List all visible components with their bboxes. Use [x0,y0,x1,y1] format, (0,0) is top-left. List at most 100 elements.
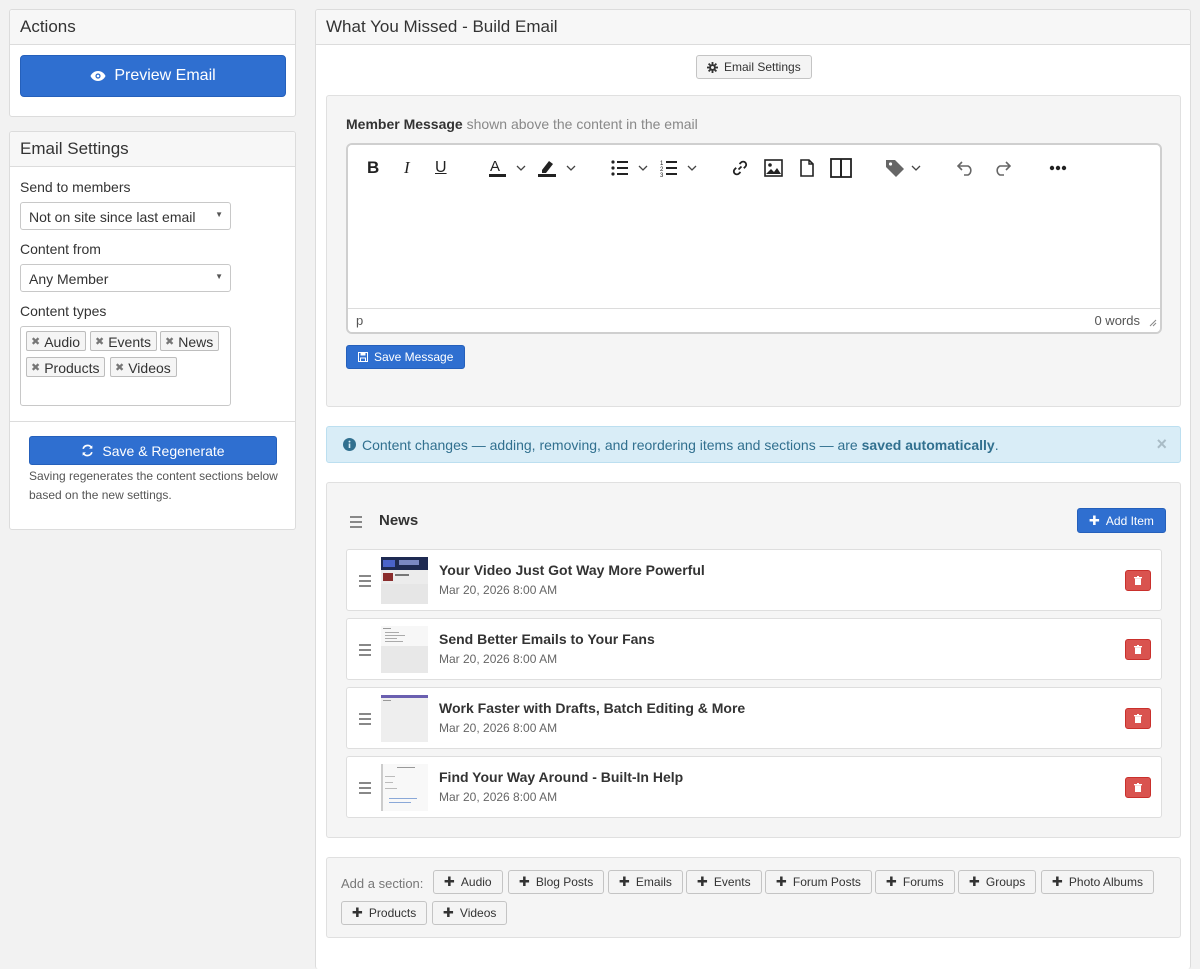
editor-content-area[interactable] [348,190,1160,308]
item-title[interactable]: Work Faster with Drafts, Batch Editing &… [439,700,745,716]
italic-icon[interactable]: I [404,155,410,181]
trash-icon [1134,645,1142,654]
more-icon[interactable] [1049,155,1067,181]
content-type-tag: ✖ Videos [110,357,177,377]
editor-toolbar: B I U A 123 [348,145,1160,190]
trash-icon [1134,576,1142,585]
remove-icon[interactable]: ✖ [95,335,104,348]
delete-button[interactable] [1125,639,1151,660]
section-title: News [379,512,419,529]
remove-icon[interactable]: ✖ [31,361,40,374]
add-section-products[interactable]: ✚ Products [341,901,428,925]
news-item: Find Your Way Around - Built-In Help Mar… [346,756,1162,818]
member-message-header: Member Message shown above the content i… [346,116,698,132]
add-section-events[interactable]: ✚ Events [686,870,762,894]
member-message-section: Member Message shown above the content i… [326,95,1181,407]
add-section-groups[interactable]: ✚ Groups [958,870,1037,894]
content-types-label: Content types [20,303,107,319]
undo-icon[interactable] [957,155,975,181]
delete-button[interactable] [1125,708,1151,729]
add-section-label: Add a section: [341,876,424,891]
member-message-hint: shown above the content in the email [466,116,698,132]
content-from-label: Content from [20,241,101,257]
numbered-list-icon[interactable]: 123 [660,155,700,181]
content-types-multiselect[interactable]: ✖ Audio ✖ Events ✖ News ✖ Products ✖ Videos [20,326,231,406]
add-section-blog-posts[interactable]: ✚ Blog Posts [508,870,605,894]
page-title: What You Missed - Build Email [316,10,1190,45]
drag-handle-icon[interactable] [359,644,371,659]
info-icon [343,438,356,451]
text-color-icon[interactable]: A [489,155,527,181]
drag-handle-icon[interactable] [359,782,371,797]
email-settings-button[interactable]: Email Settings [696,55,812,79]
item-date: Mar 20, 2026 8:00 AM [439,721,558,735]
drag-handle-icon[interactable] [359,575,371,590]
svg-text:A: A [490,158,500,175]
add-section-forums[interactable]: ✚ Forums [875,870,955,894]
add-section-videos[interactable]: ✚ Videos [432,901,508,925]
add-section-forum-posts[interactable]: ✚ Forum Posts [765,870,872,894]
item-title[interactable]: Your Video Just Got Way More Powerful [439,562,705,578]
remove-icon[interactable]: ✖ [165,335,174,348]
save-regenerate-button[interactable]: Save & Regenerate [29,436,277,465]
remove-icon[interactable]: ✖ [115,361,124,374]
drag-handle-icon[interactable] [359,713,371,728]
remove-icon[interactable]: ✖ [31,335,40,348]
highlight-icon[interactable] [538,155,578,181]
bullet-list-icon[interactable] [611,155,651,181]
content-from-select[interactable]: Any Member ▼ [20,264,231,292]
build-email-panel: What You Missed - Build Email Email Sett… [315,9,1191,969]
save-regenerate-label: Save & Regenerate [102,442,225,459]
email-settings-button-label: Email Settings [724,60,801,74]
send-to-select[interactable]: Not on site since last email ▼ [20,202,231,230]
item-thumbnail [381,764,428,811]
add-section-photo-albums[interactable]: ✚ Photo Albums [1041,870,1154,894]
image-icon[interactable] [764,155,783,181]
redo-icon[interactable] [993,155,1011,181]
plus-icon: ✚ [776,874,787,889]
regenerate-note: Saving regenerates the content sections … [29,469,278,502]
trash-icon [1134,783,1142,792]
resize-handle-icon[interactable] [1149,319,1157,327]
plus-icon: ✚ [619,874,630,889]
item-date: Mar 20, 2026 8:00 AM [439,652,558,666]
close-icon[interactable]: × [1156,434,1167,455]
underline-icon[interactable]: U [435,155,447,181]
content-type-tag: ✖ News [160,331,220,351]
member-message-label: Member Message [346,116,463,132]
save-message-button[interactable]: Save Message [346,345,466,369]
plus-icon: ✚ [519,874,530,889]
gear-icon [707,61,718,73]
plus-icon: ✚ [352,905,363,920]
delete-button[interactable] [1125,777,1151,798]
news-item: Send Better Emails to Your Fans Mar 20, … [346,618,1162,680]
add-item-label: Add Item [1105,513,1154,528]
columns-icon[interactable] [830,155,852,181]
content-type-tag: ✖ Products [26,357,106,377]
delete-button[interactable] [1125,570,1151,591]
add-section-audio[interactable]: ✚ Audio [433,870,503,894]
bold-icon[interactable]: B [367,155,379,181]
plus-icon: ✚ [1052,874,1063,889]
floppy-icon [358,352,368,362]
news-item: Work Faster with Drafts, Batch Editing &… [346,687,1162,749]
add-item-button[interactable]: ✚ Add Item [1077,508,1166,533]
caret-down-icon: ▼ [215,272,223,281]
drag-handle-icon[interactable] [350,516,362,531]
tag-icon[interactable] [885,155,923,181]
file-icon[interactable] [800,155,814,181]
email-settings-title: Email Settings [10,132,295,167]
actions-title: Actions [10,10,295,45]
plus-icon: ✚ [443,905,454,920]
item-thumbnail [381,695,428,742]
plus-icon: ✚ [1089,512,1100,528]
item-title[interactable]: Find Your Way Around - Built-In Help [439,769,683,785]
add-section-emails[interactable]: ✚ Emails [608,870,683,894]
preview-email-button[interactable]: Preview Email [20,55,286,97]
editor-statusbar: p 0 words [348,308,1160,332]
item-title[interactable]: Send Better Emails to Your Fans [439,631,655,647]
element-path[interactable]: p [356,313,363,328]
news-item: Your Video Just Got Way More Powerful Ma… [346,549,1162,611]
link-icon[interactable] [731,155,749,181]
content-type-tag: ✖ Audio [26,331,87,351]
